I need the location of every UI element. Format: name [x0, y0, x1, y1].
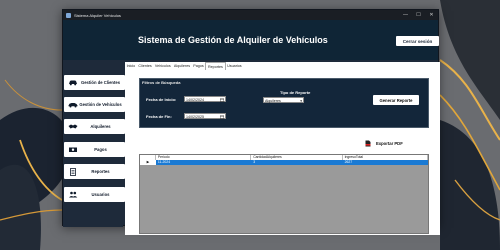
start-date-picker[interactable]: 14/02/2024: [184, 96, 226, 102]
sidebar-item-users[interactable]: Usuarios: [64, 187, 125, 202]
tab-clients[interactable]: Clientes: [137, 62, 154, 70]
start-date-label: Fecha de Inicio:: [146, 97, 177, 102]
sidebar: Gestión de Clientes Gestión de Vehículos…: [63, 60, 125, 227]
end-date-value: 14/02/2025: [186, 115, 204, 119]
end-date-label: Fecha de Fin:: [146, 114, 172, 119]
report-icon: [67, 167, 78, 176]
end-date-picker[interactable]: 14/02/2025: [184, 113, 226, 119]
chevron-down-icon: ▾: [300, 99, 302, 103]
app-window: Sistema Alquiler Vehiculos — ☐ ✕ Sistema…: [62, 9, 440, 235]
report-type-label: Tipo de Reporte: [280, 90, 311, 95]
sidebar-item-clients[interactable]: Gestión de Clientes: [64, 75, 125, 90]
tab-reports[interactable]: Reportes: [205, 62, 226, 70]
row-selector-icon[interactable]: ▶: [140, 160, 156, 165]
sidebar-item-payments[interactable]: Pagos: [64, 142, 125, 157]
car-side-icon: [67, 101, 78, 109]
sidebar-item-reports[interactable]: Reportes: [64, 164, 125, 179]
cell-period[interactable]: 11-2024: [155, 160, 252, 165]
tab-vehicles[interactable]: Vehiculos: [153, 62, 172, 70]
tab-home[interactable]: Inicio: [125, 62, 137, 70]
tab-strip: Inicio Clientes Vehiculos Alquileres Pag…: [125, 62, 243, 70]
close-button[interactable]: ✕: [425, 10, 438, 20]
maximize-button[interactable]: ☐: [412, 10, 425, 20]
tab-payments[interactable]: Pagos: [192, 62, 206, 70]
sidebar-item-label: Alquileres: [90, 124, 111, 129]
handshake-icon: [67, 123, 78, 131]
reports-panel: Filtros de Búsqueda Fecha de Inicio: 14/…: [125, 70, 440, 235]
table-row[interactable]: ▶ 11-2024 3 2627: [140, 160, 428, 165]
report-grid[interactable]: Periodo CantidadAlquileres IngresoTotal …: [139, 154, 429, 234]
cell-count[interactable]: 3: [251, 160, 343, 165]
generate-report-button[interactable]: Generar Reporte: [373, 95, 419, 105]
page-title: Sistema de Gestión de Alquiler de Vehícu…: [138, 35, 328, 45]
sidebar-item-label: Gestión de Clientes: [80, 80, 121, 85]
report-type-value: Alquileres: [265, 99, 281, 103]
sidebar-item-rentals[interactable]: Alquileres: [64, 119, 125, 134]
tab-users[interactable]: Usuarios: [226, 62, 244, 70]
app-header: Sistema de Gestión de Alquiler de Vehícu…: [63, 20, 439, 60]
window-title: Sistema Alquiler Vehiculos: [74, 12, 121, 18]
app-icon: [66, 12, 71, 18]
main-content: Inicio Clientes Vehiculos Alquileres Pag…: [125, 62, 440, 235]
filter-group-title: Filtros de Búsqueda: [142, 80, 181, 85]
filter-group: Filtros de Búsqueda Fecha de Inicio: 14/…: [139, 78, 429, 128]
cell-income[interactable]: 2627: [342, 160, 428, 165]
start-date-value: 14/02/2024: [186, 98, 204, 102]
report-type-select[interactable]: Alquileres ▾: [263, 97, 304, 103]
sidebar-item-label: Reportes: [91, 169, 110, 174]
car-icon: [67, 79, 78, 87]
money-icon: [67, 146, 78, 154]
calendar-icon[interactable]: [220, 114, 224, 119]
export-pdf-button[interactable]: Exportar PDF: [365, 140, 403, 147]
title-bar: Sistema Alquiler Vehiculos — ☐ ✕: [63, 10, 438, 20]
minimize-button[interactable]: —: [399, 10, 412, 20]
pdf-icon: [365, 140, 371, 147]
window-controls: — ☐ ✕: [399, 10, 438, 20]
tab-rentals[interactable]: Alquileres: [172, 62, 191, 70]
export-pdf-label: Exportar PDF: [376, 141, 403, 146]
sidebar-item-label: Gestión de Vehículos: [79, 102, 122, 107]
sidebar-item-label: Usuarios: [91, 192, 110, 197]
logout-button[interactable]: Cerrar sesión: [396, 36, 439, 46]
sidebar-item-label: Pagos: [94, 147, 107, 152]
users-icon: [67, 191, 78, 199]
calendar-icon[interactable]: [220, 97, 224, 102]
sidebar-item-vehicles[interactable]: Gestión de Vehículos: [64, 97, 125, 112]
